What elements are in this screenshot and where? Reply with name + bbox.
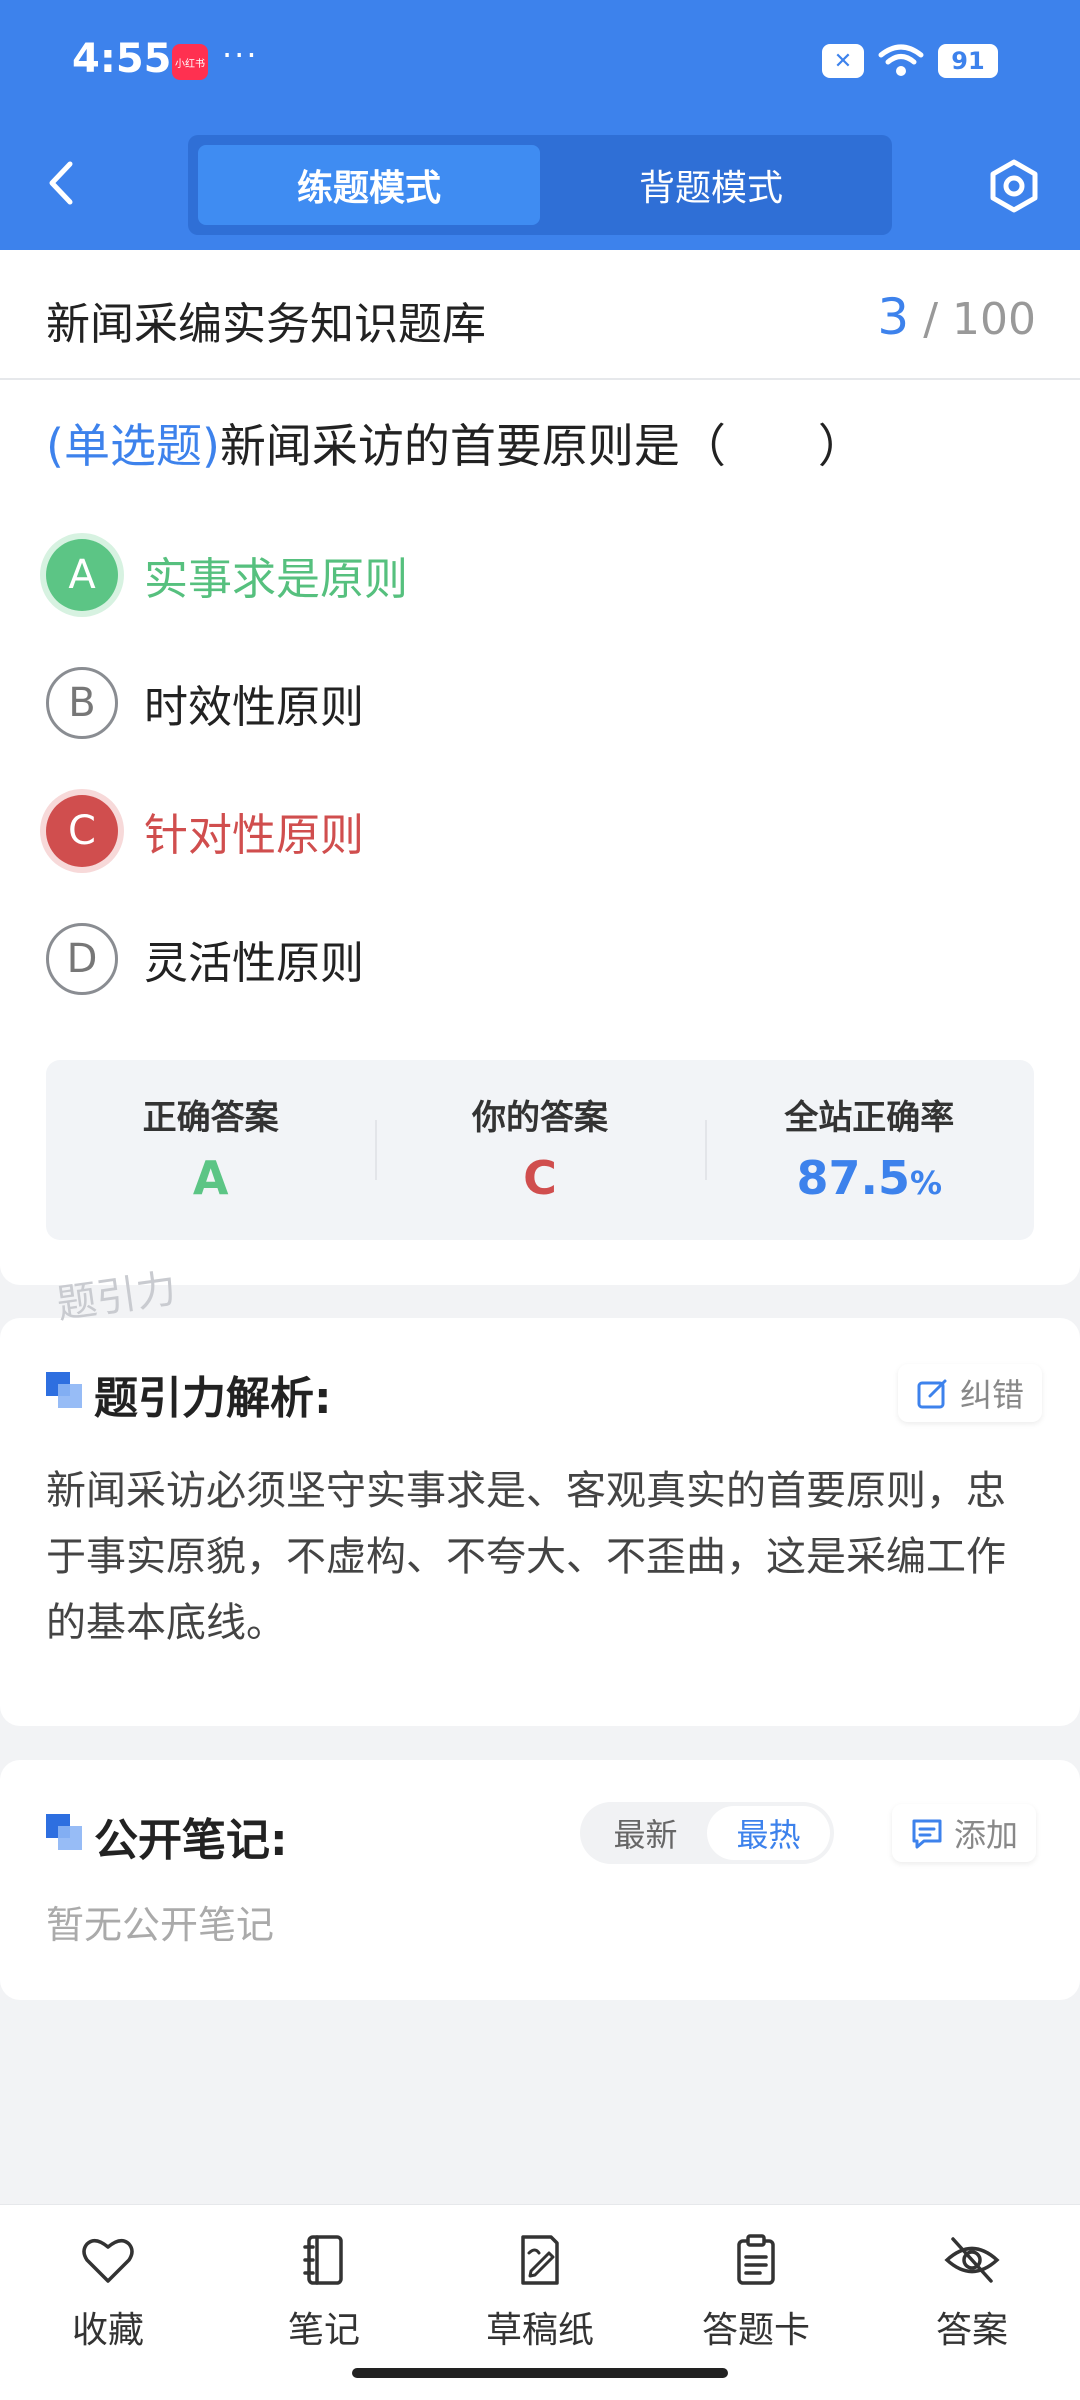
option-text: 针对性原则 <box>144 810 364 861</box>
option-d[interactable]: D 灵活性原则 <box>46 922 364 996</box>
accuracy-rate-value: 87.5% <box>705 1151 1034 1205</box>
app-notification-icon: 小红书 <box>172 44 208 80</box>
draft-paper-label: 草稿纸 <box>485 2310 594 2351</box>
analysis-text: 新闻采访必须坚守实事求是、客观真实的首要原则，忠于事实原貌，不虚构、不夸大、不歪… <box>46 1468 1006 1646</box>
stat-label: 你的答案 <box>471 1098 608 1138</box>
option-letter: C <box>46 795 118 867</box>
show-answer-button[interactable]: 答案 <box>864 2205 1080 2400</box>
edit-icon <box>917 1379 947 1409</box>
status-time: 4:55 <box>72 36 172 82</box>
answer-stats: 正确答案 A 你的答案 C 全站正确率 87.5% <box>46 1060 1034 1240</box>
analysis-card: 题引力解析: 纠错 新闻采访必须坚守实事求是、客观真实的首要原则，忠于事实原貌，… <box>0 1318 1080 1726</box>
add-note-label: 添加 <box>954 1816 1019 1854</box>
notes-title: 公开笔记: <box>94 1815 288 1866</box>
option-letter: A <box>46 539 118 611</box>
report-error-label: 纠错 <box>960 1376 1025 1414</box>
sort-hot[interactable]: 最热 <box>707 1806 830 1860</box>
clipboard-icon <box>737 2234 775 2285</box>
back-button[interactable] <box>42 158 82 208</box>
analysis-title: 题引力解析: <box>94 1373 332 1424</box>
question-stem: (单选题)新闻采访的首要原则是（ ） <box>46 410 864 476</box>
sim-off-icon: ✕ <box>822 44 864 78</box>
question-type: (单选题) <box>46 419 220 473</box>
correct-answer-stat: 正确答案 A <box>46 1060 375 1240</box>
mode-switch: 练题模式 背题模式 <box>188 135 892 235</box>
report-error-button[interactable]: 纠错 <box>898 1364 1043 1422</box>
question-bank-title: 新闻采编实务知识题库 <box>46 299 486 350</box>
question-progress[interactable]: 3 / 100 <box>877 288 1036 346</box>
answer-sheet-label: 答题卡 <box>701 2310 810 2351</box>
accuracy-rate-stat: 全站正确率 87.5% <box>704 1060 1034 1240</box>
status-right: ✕ 91 <box>822 44 998 78</box>
wifi-icon <box>878 44 924 76</box>
eye-off-icon <box>944 2237 1000 2283</box>
option-letter: B <box>46 667 118 739</box>
section-icon <box>46 1814 84 1852</box>
option-text: 灵活性原则 <box>144 938 364 989</box>
notes-label: 笔记 <box>287 2310 360 2351</box>
home-indicator[interactable] <box>352 2368 728 2378</box>
settings-button[interactable] <box>986 158 1042 214</box>
show-answer-label: 答案 <box>935 2310 1008 2351</box>
rate-number: 87.5 <box>796 1151 911 1205</box>
favorite-label: 收藏 <box>71 2310 144 2351</box>
option-c[interactable]: C 针对性原则 <box>46 794 364 868</box>
current-question-number: 3 <box>877 288 910 346</box>
option-text: 时效性原则 <box>144 682 364 733</box>
option-letter: D <box>46 923 118 995</box>
option-b[interactable]: B 时效性原则 <box>46 666 364 740</box>
public-notes-card: 公开笔记: 最新 最热 添加 暂无公开笔记 <box>0 1760 1080 2000</box>
stat-label: 正确答案 <box>142 1098 279 1138</box>
add-note-button[interactable]: 添加 <box>892 1804 1037 1862</box>
correct-answer-value: A <box>192 1151 229 1205</box>
empty-notes-message: 暂无公开笔记 <box>46 1903 275 1947</box>
heart-icon <box>82 2238 134 2283</box>
title-bar: 新闻采编实务知识题库 3 / 100 <box>0 250 1080 380</box>
notes-sort-toggle: 最新 最热 <box>580 1802 834 1864</box>
progress-separator: / <box>923 294 939 345</box>
favorite-button[interactable]: 收藏 <box>0 2205 216 2400</box>
your-answer-value: C <box>523 1151 557 1205</box>
question-text: 新闻采访的首要原则是（ ） <box>219 419 864 473</box>
your-answer-stat: 你的答案 C <box>375 1060 704 1240</box>
option-text: 实事求是原则 <box>144 554 408 605</box>
notebook-icon <box>303 2235 343 2285</box>
header-bar: 4:55 小红书 ··· ✕ 91 练题模式 背题模式 <box>0 0 1080 250</box>
total-questions: 100 <box>952 294 1036 345</box>
comment-icon <box>912 1819 942 1849</box>
more-notifications-icon: ··· <box>222 36 259 74</box>
sort-latest[interactable]: 最新 <box>584 1806 707 1860</box>
section-icon <box>46 1372 84 1410</box>
tab-practice-mode[interactable]: 练题模式 <box>198 145 540 225</box>
question-card: (单选题)新闻采访的首要原则是（ ） A 实事求是原则 B 时效性原则 C 针对… <box>0 380 1080 1285</box>
draft-icon <box>521 2235 559 2285</box>
option-a[interactable]: A 实事求是原则 <box>46 538 408 612</box>
tab-memorize-mode[interactable]: 背题模式 <box>540 145 882 225</box>
rate-unit: % <box>910 1164 943 1202</box>
stat-label: 全站正确率 <box>784 1098 955 1138</box>
battery-icon: 91 <box>938 44 998 78</box>
